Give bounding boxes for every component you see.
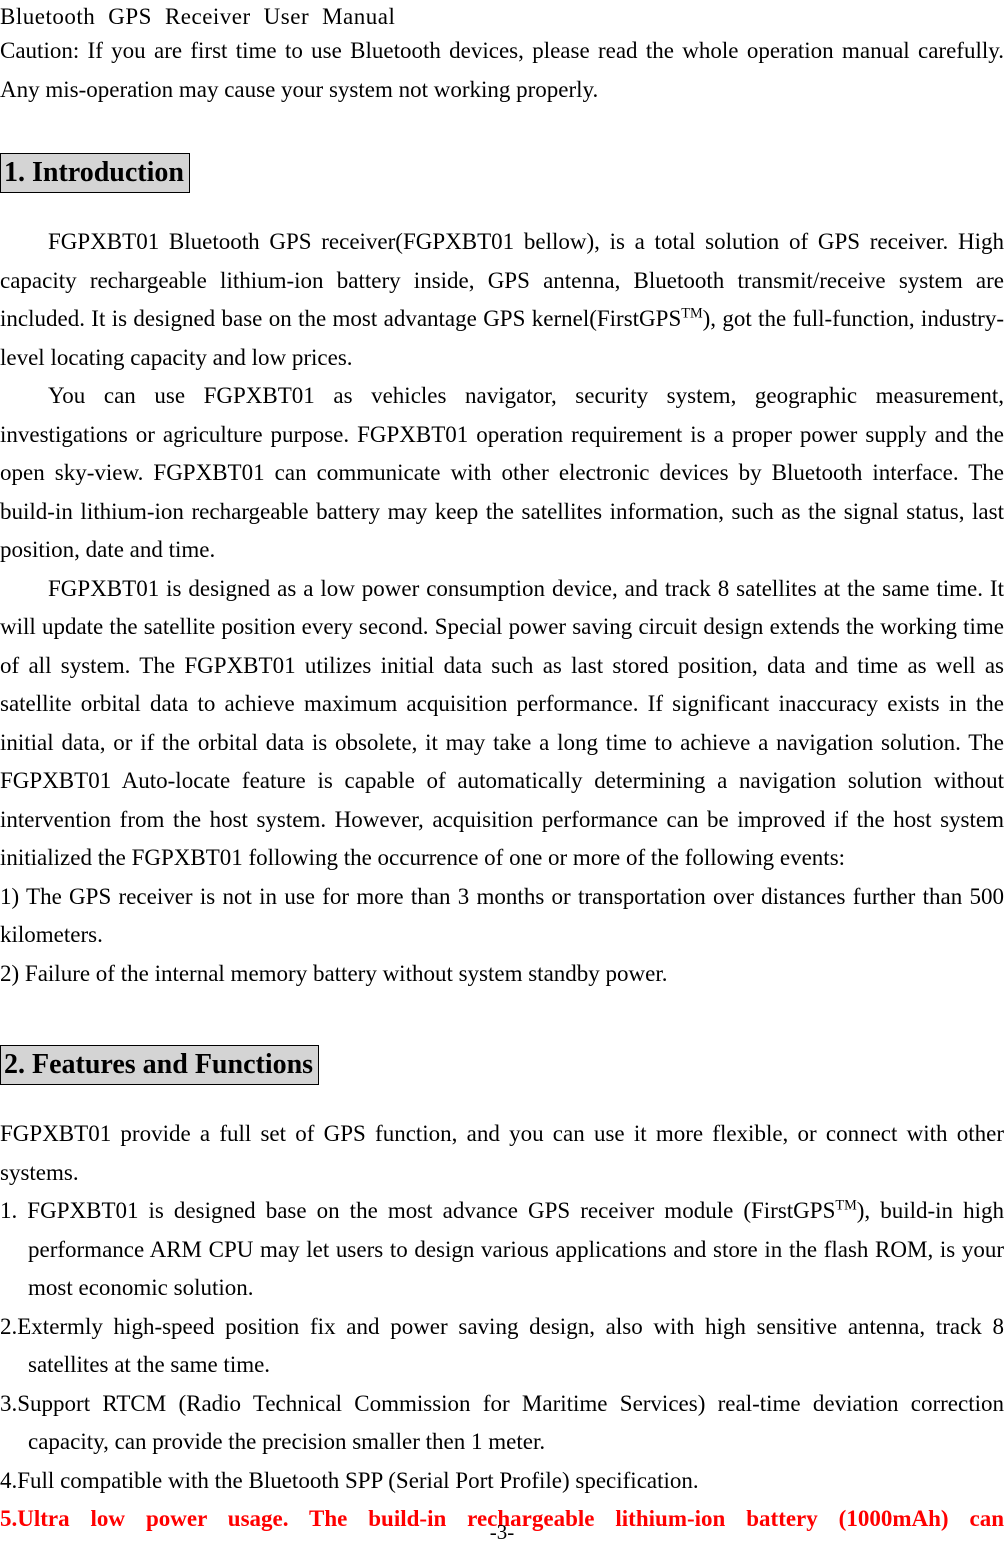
section-2-heading-wrap: 2. Features and Functions (0, 1045, 1004, 1086)
running-header-word: Manual (322, 4, 396, 29)
feature-list-item: 3.Support RTCM (Radio Technical Commissi… (0, 1385, 1004, 1462)
feature-text-part1: Extermly high-speed position fix and pow… (17, 1313, 1004, 1378)
feature-number: 3. (0, 1390, 18, 1416)
section-heading-introduction: 1. Introduction (0, 153, 190, 194)
feature-list-item: 1. FGPXBT01 is designed base on the most… (0, 1192, 1004, 1308)
feature-text-part1: FGPXBT01 is designed base on the most ad… (17, 1198, 836, 1224)
feature-number: 4. (0, 1467, 18, 1493)
page-number: -3- (489, 1520, 515, 1544)
feature-text-part1: Full compatible with the Bluetooth SPP (… (17, 1467, 699, 1493)
event-list-item: 1) The GPS receiver is not in use for mo… (0, 883, 1004, 948)
page-content: Bluetooth GPS Receiver User Manual Caution: … (0, 0, 1004, 1539)
features-intro-paragraph: FGPXBT01 provide a full set of GPS funct… (0, 1121, 1004, 1185)
intro-paragraph-2: You can use FGPXBT01 as vehicles navigat… (0, 383, 1004, 563)
feature-number: 2. (0, 1313, 18, 1339)
feature-text-part1: Support RTCM (Radio Technical Commission… (17, 1390, 1004, 1455)
caution-paragraph: Caution: If you are first time to use Bl… (0, 38, 1004, 102)
feature-number: 1. (0, 1198, 18, 1224)
running-header: Bluetooth GPS Receiver User Manual (0, 0, 1004, 32)
event-list-item: 2) Failure of the internal memory batter… (0, 960, 668, 986)
trademark-superscript: TM (681, 305, 703, 322)
section-heading-features-and-functions: 2. Features and Functions (0, 1045, 320, 1086)
event-list: 1) The GPS receiver is not in use for mo… (0, 878, 1004, 994)
trademark-superscript: TM (835, 1197, 857, 1214)
intro-paragraph-1: FGPXBT01 Bluetooth GPS receiver(FGPXBT01… (0, 223, 1004, 377)
document-page: Bluetooth GPS Receiver User Manual Caution: … (0, 0, 1004, 1551)
running-header-word: Receiver (164, 4, 251, 29)
feature-list: 1. FGPXBT01 is designed base on the most… (0, 1192, 1004, 1539)
running-header-word: User (263, 4, 310, 29)
section-1-heading-wrap: 1. Introduction (0, 153, 1004, 194)
running-header-word: GPS (108, 4, 152, 29)
feature-list-item: 2.Extermly high-speed position fix and p… (0, 1308, 1004, 1385)
running-header-text: Bluetooth GPS Receiver User Manual (0, 2, 1004, 32)
intro-paragraph-3: FGPXBT01 is designed as a low power cons… (0, 575, 1004, 871)
feature-list-item: 4.Full compatible with the Bluetooth SPP… (0, 1462, 1004, 1501)
running-header-word: Bluetooth (0, 4, 96, 29)
